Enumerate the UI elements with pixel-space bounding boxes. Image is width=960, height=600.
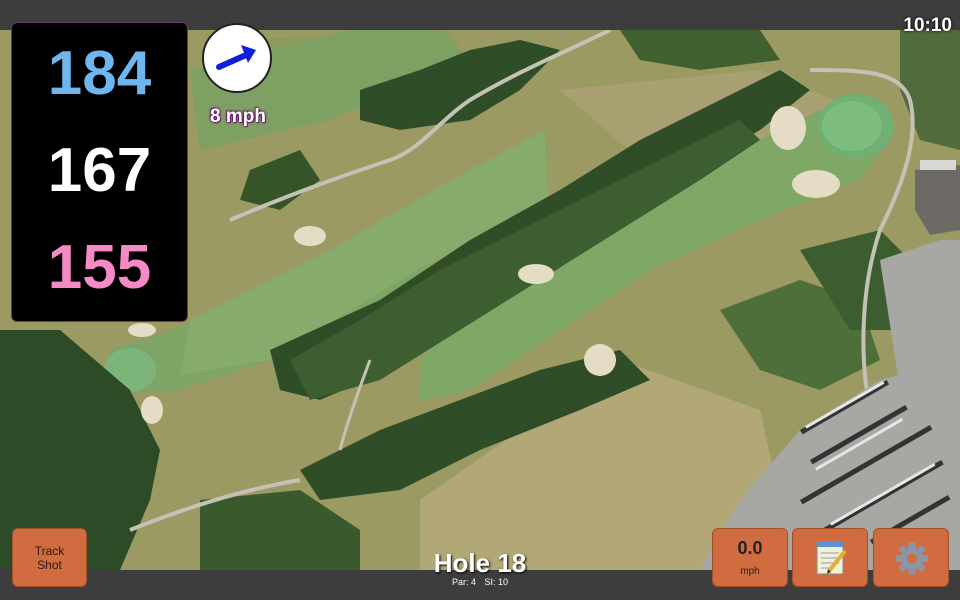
notepad-icon (816, 541, 847, 575)
notes-button[interactable] (792, 528, 868, 587)
golf-gps-app: 10:10 184 167 155 8 mph Track Shot Hole … (0, 0, 960, 600)
wind-speed: 8 mph (210, 106, 266, 127)
distance-center: 167 (47, 136, 152, 205)
settings-button[interactable] (873, 528, 949, 587)
gear-icon (896, 542, 928, 575)
wind-indicator (202, 23, 272, 93)
speed-value: 0.0 (737, 538, 763, 558)
clock: 10:10 (903, 15, 952, 36)
track-shot-label-line1: Track (34, 543, 65, 558)
hole-par: Par: 4 (451, 577, 476, 587)
distance-back: 184 (47, 39, 152, 108)
distance-front: 155 (47, 233, 152, 302)
speed-button[interactable]: 0.0 mph (712, 528, 788, 587)
speed-unit: mph (740, 566, 760, 577)
hole-title: Hole 18 (433, 548, 527, 578)
track-shot-label-line2: Shot (37, 557, 62, 572)
track-shot-button[interactable]: Track Shot (12, 528, 87, 587)
distance-panel: 184 167 155 (11, 22, 188, 322)
arrow-icon (216, 45, 256, 70)
hole-details: Par: 4 SI: 10 (380, 577, 580, 587)
hole-stroke-index: SI: 10 (484, 577, 509, 587)
